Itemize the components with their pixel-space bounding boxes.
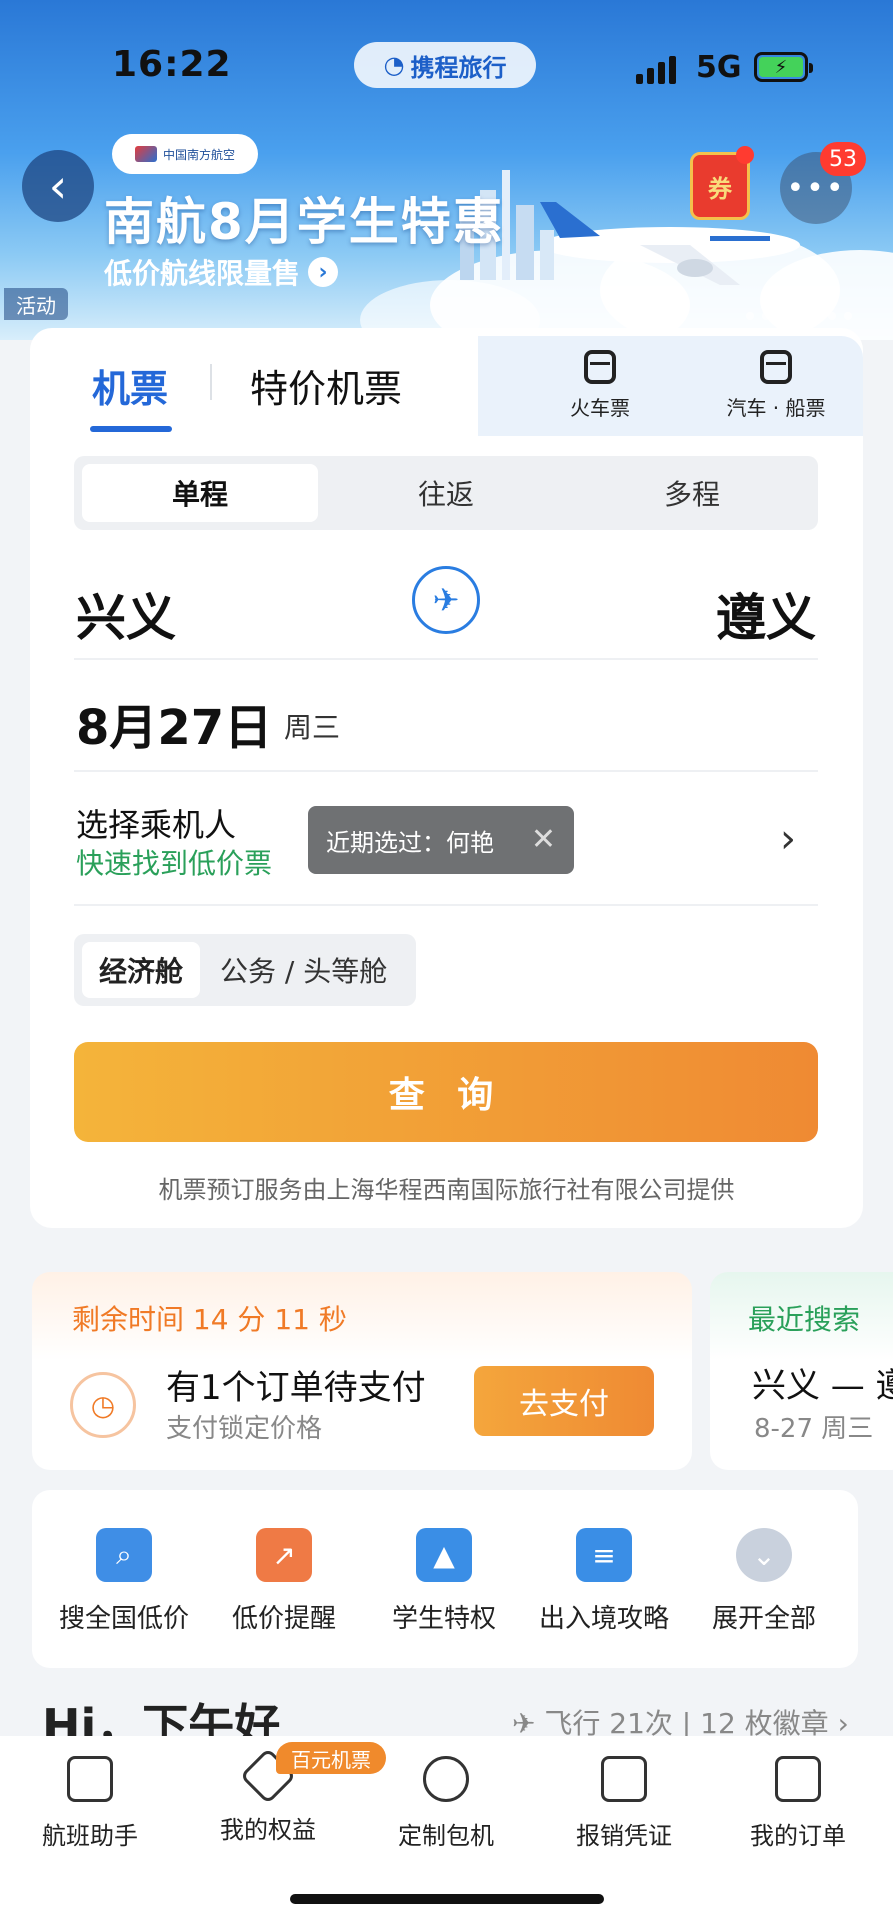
train-icon (584, 350, 616, 384)
tab-divider (210, 364, 212, 400)
bottom-tab-label: 报销凭证 (576, 1822, 672, 1850)
recent-search-route: 兴义 — 遵 (752, 1366, 893, 1406)
recent-search-title: 最近搜索 (748, 1303, 861, 1336)
activity-tag: 活动 (4, 288, 68, 320)
divider (74, 904, 818, 906)
receipt-printer-icon (601, 1756, 647, 1802)
dolphin-logo-icon: ◔ (383, 51, 405, 79)
bottom-tab-my-orders[interactable]: 我的订单 (728, 1756, 868, 1851)
bottom-tab-label: 航班助手 (42, 1822, 138, 1850)
bus-icon (760, 350, 792, 384)
map-search-icon: ⌕ (96, 1528, 152, 1582)
bottom-tab-label: 我的订单 (750, 1822, 846, 1850)
bottom-tab-label: 我的权益 (220, 1816, 316, 1844)
shortcut-label: 学生特权 (391, 1604, 496, 1634)
divider (74, 658, 818, 660)
graduation-cap-icon: ▲ (416, 1528, 472, 1582)
document-globe-icon: ≡ (576, 1528, 632, 1582)
banner-subtitle: 低价航线限量售 (104, 257, 301, 290)
tab-train[interactable]: 火车票 (540, 350, 660, 421)
airplane-swap-icon: ✈ (432, 581, 460, 619)
clock-icon: ◷ (70, 1372, 136, 1438)
battery-icon: ⚡ (754, 52, 813, 82)
tab-active-underline (90, 426, 172, 432)
monitor-check-icon (67, 1756, 113, 1802)
close-icon[interactable]: ✕ (531, 822, 556, 857)
banner-subtitle-link[interactable]: 低价航线限量售 › (104, 252, 339, 292)
tab-special-fares[interactable]: 特价机票 (250, 358, 402, 413)
tab-flight[interactable]: 机票 (92, 358, 168, 413)
tab-train-label: 火车票 (570, 396, 630, 420)
cabin-business-first[interactable]: 公务 / 头等舱 (220, 942, 387, 998)
expand-chevrons-icon: ⌄ (736, 1528, 792, 1582)
arrival-city[interactable]: 遵义 (716, 578, 816, 650)
departure-weekday: 周三 (284, 711, 341, 744)
pay-button[interactable]: 去支付 (474, 1366, 654, 1436)
status-time: 16:22 (112, 44, 232, 85)
shortcut-label: 展开全部 (711, 1604, 816, 1634)
bottom-tab-flight-assistant[interactable]: 航班助手 (20, 1756, 160, 1851)
airline-logo-pill: 中国南方航空 (112, 134, 258, 174)
trip-one-way[interactable]: 单程 (82, 464, 318, 522)
passenger-hint: 快速找到低价票 (76, 847, 273, 880)
app-brand-label: 携程旅行 (410, 53, 507, 82)
bottom-tab-charter[interactable]: 定制包机 (376, 1756, 516, 1851)
departure-date[interactable]: 8月27日 (76, 688, 272, 758)
shortcut-label: 低价提醒 (231, 1604, 336, 1634)
cabin-economy[interactable]: 经济舱 (82, 942, 200, 998)
shortcut-label: 搜全国低价 (58, 1604, 189, 1634)
shortcut-expand-all[interactable]: ⌄ 展开全部 (684, 1528, 844, 1635)
recent-passenger-tooltip[interactable]: 近期选过：何艳 ✕ (308, 806, 574, 874)
coupon-label: 券 (708, 174, 732, 203)
departure-city[interactable]: 兴义 (76, 578, 176, 650)
tab-bus-ship[interactable]: 汽车 · 船票 (706, 350, 846, 421)
shortcut-student-privilege[interactable]: ▲ 学生特权 (364, 1528, 524, 1635)
trip-type-selector: 单程 往返 多程 (74, 456, 818, 530)
tab-bus-ship-label: 汽车 · 船票 (726, 396, 826, 420)
bottom-tab-label: 定制包机 (398, 1822, 494, 1850)
banner-title: 南航8月学生特惠 (104, 193, 505, 251)
carousel-indicator (746, 312, 852, 320)
charter-plane-icon (423, 1756, 469, 1802)
swap-cities-button[interactable]: ✈ (412, 566, 480, 634)
chevron-right-icon[interactable]: › (780, 816, 796, 862)
bottom-tab-receipts[interactable]: 报销凭证 (554, 1756, 694, 1851)
coupon-notification-dot (736, 146, 754, 164)
trip-multi-city[interactable]: 多程 (574, 464, 810, 522)
recent-search-date: 8-27 周三 (754, 1414, 874, 1444)
china-southern-logo-icon (134, 146, 157, 162)
pending-order-timer: 剩余时间 14 分 11 秒 (72, 1303, 347, 1336)
shortcut-label: 出入境攻略 (538, 1604, 669, 1634)
signal-icon (636, 56, 676, 84)
chevron-right-circle-icon: › (308, 257, 339, 287)
order-list-icon (775, 1756, 821, 1802)
airline-logo-text: 中国南方航空 (162, 147, 235, 162)
price-alert-icon: ↗ (256, 1528, 312, 1582)
trip-round-trip[interactable]: 往返 (328, 464, 564, 522)
pending-order-title: 有1个订单待支付 (166, 1368, 426, 1408)
notification-badge: 53 (820, 142, 866, 176)
app-brand-pill: ◔ 携程旅行 (354, 42, 536, 88)
cabin-class-selector: 经济舱 公务 / 头等舱 (74, 934, 416, 1006)
network-label: 5G (696, 50, 742, 85)
shortcut-price-alert[interactable]: ↗ 低价提醒 (204, 1528, 364, 1635)
divider (74, 770, 818, 772)
recent-passenger-text: 近期选过：何艳 (326, 828, 494, 857)
shortcut-nationwide-low-price[interactable]: ⌕ 搜全国低价 (44, 1528, 204, 1635)
back-button[interactable]: ‹ (22, 150, 94, 222)
bottom-tab-badge: 百元机票 (276, 1742, 386, 1774)
chevron-left-icon: ‹ (48, 159, 68, 213)
home-indicator (290, 1894, 604, 1904)
passenger-selector[interactable]: 选择乘机人 (76, 800, 236, 846)
pending-order-subtitle: 支付锁定价格 (166, 1414, 323, 1444)
shortcut-travel-guide[interactable]: ≡ 出入境攻略 (524, 1528, 684, 1635)
provider-note: 机票预订服务由上海华程西南国际旅行社有限公司提供 (158, 1176, 735, 1204)
search-button[interactable]: 查 询 (74, 1042, 818, 1142)
